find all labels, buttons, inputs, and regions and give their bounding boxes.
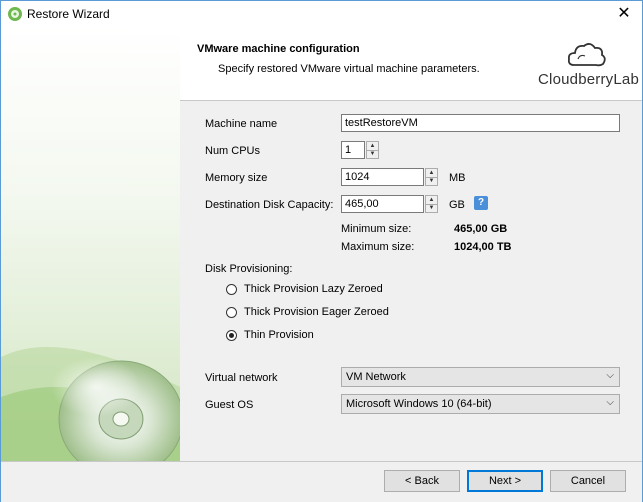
close-button[interactable]: ✕ xyxy=(614,4,634,24)
disk-capacity-input[interactable]: 465,00 xyxy=(341,195,424,213)
virtual-network-label: Virtual network xyxy=(205,372,278,384)
disc-banner-art xyxy=(1,347,180,461)
min-size-value: 465,00 GB xyxy=(454,223,508,235)
virtual-network-select[interactable]: VM Network ⌵ xyxy=(341,367,620,387)
cloud-icon xyxy=(567,43,606,67)
num-cpus-stepper[interactable]: ▲ ▼ xyxy=(366,141,379,159)
guest-os-select[interactable]: Microsoft Windows 10 (64-bit) ⌵ xyxy=(341,394,620,414)
radio-thick-lazy-label[interactable]: Thick Provision Lazy Zeroed xyxy=(244,283,383,295)
app-icon xyxy=(8,7,22,21)
radio-thin-label[interactable]: Thin Provision xyxy=(244,329,314,341)
page-title: VMware machine configuration xyxy=(197,43,360,55)
back-button[interactable]: < Back xyxy=(384,470,460,492)
machine-name-input[interactable]: testRestoreVM xyxy=(341,114,620,132)
title-bar: Restore Wizard ✕ xyxy=(1,1,642,27)
guest-os-label: Guest OS xyxy=(205,399,254,411)
chevron-down-icon[interactable]: ⌵ xyxy=(606,397,614,408)
guest-os-value: Microsoft Windows 10 (64-bit) xyxy=(346,398,492,410)
num-cpus-input[interactable]: 1 xyxy=(341,141,365,159)
virtual-network-value: VM Network xyxy=(346,371,406,383)
memory-size-input[interactable]: 1024 xyxy=(341,168,424,186)
wizard-header: VMware machine configuration Specify res… xyxy=(180,27,642,101)
disk-unit: GB xyxy=(449,199,465,211)
min-size-label: Minimum size: xyxy=(341,223,412,235)
radio-thick-eager[interactable] xyxy=(226,307,237,318)
disk-capacity-stepper[interactable]: ▲ ▼ xyxy=(425,195,438,213)
chevron-down-icon[interactable]: ⌵ xyxy=(606,370,614,381)
memory-size-stepper[interactable]: ▲ ▼ xyxy=(425,168,438,186)
spin-down-icon[interactable]: ▼ xyxy=(426,204,437,212)
memory-size-label: Memory size xyxy=(205,172,268,184)
disk-provisioning-label: Disk Provisioning: xyxy=(205,263,293,275)
cloudberry-logo: CloudberryLab xyxy=(538,37,639,93)
page-subtitle: Specify restored VMware virtual machine … xyxy=(218,63,480,75)
spin-down-icon[interactable]: ▼ xyxy=(367,150,378,158)
max-size-label: Maximum size: xyxy=(341,241,415,253)
radio-thick-lazy[interactable] xyxy=(226,284,237,295)
cancel-button[interactable]: Cancel xyxy=(550,470,626,492)
radio-thin[interactable] xyxy=(226,330,237,341)
restore-wizard-window: Restore Wizard ✕ VMware machine configur… xyxy=(0,0,643,502)
wizard-footer: < Back Next > Cancel xyxy=(1,461,642,502)
next-button[interactable]: Next > xyxy=(467,470,543,492)
machine-name-label: Machine name xyxy=(205,118,278,130)
logo-text: CloudberryLab xyxy=(538,71,639,88)
radio-selected-dot xyxy=(229,333,234,338)
wizard-sidebar-banner xyxy=(1,27,180,461)
window-title: Restore Wizard xyxy=(27,7,110,21)
disk-capacity-label: Destination Disk Capacity: xyxy=(205,199,334,211)
memory-unit: MB xyxy=(449,172,466,184)
max-size-value: 1024,00 TB xyxy=(454,241,512,253)
radio-thick-eager-label[interactable]: Thick Provision Eager Zeroed xyxy=(244,306,389,318)
spin-down-icon[interactable]: ▼ xyxy=(426,177,437,185)
num-cpus-label: Num CPUs xyxy=(205,145,261,157)
vm-config-form: Machine name testRestoreVM Num CPUs 1 ▲ … xyxy=(180,101,642,461)
help-icon[interactable]: ? xyxy=(474,196,488,210)
